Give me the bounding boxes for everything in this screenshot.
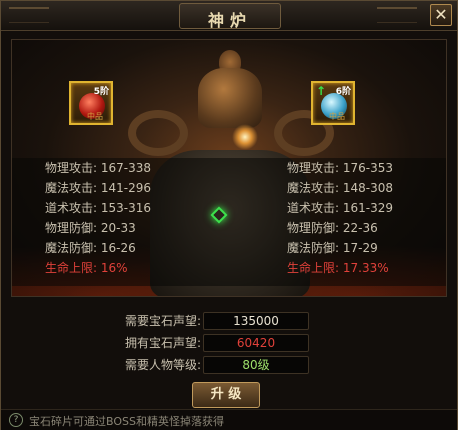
hint-bar: ? 宝石碎片可通过BOSS和精英怪掉落获得 <box>1 409 457 430</box>
stat-row: 魔法攻击: 141-296 <box>45 181 152 195</box>
next-gem-slot[interactable]: ↑ 6阶 中品 <box>311 81 355 125</box>
current-gem-grade: 中品 <box>87 112 103 121</box>
owned-reputation-value: 60420 <box>203 334 309 352</box>
required-reputation-value: 135000 <box>203 312 309 330</box>
stat-row: 物理攻击: 167-338 <box>45 161 152 175</box>
next-gem-level: 6阶 <box>335 87 351 97</box>
required-reputation-row: 需要宝石声望: 135000 <box>1 311 437 331</box>
required-reputation-label: 需要宝石声望: <box>124 314 201 328</box>
stat-row-hp: 生命上限: 16% <box>45 261 128 275</box>
owned-reputation-row: 拥有宝石声望: 60420 <box>1 333 437 353</box>
upgrade-arrow-icon: ↑ <box>316 84 327 98</box>
cauldron-handle-left <box>128 110 188 156</box>
required-level-value: 80级 <box>203 356 309 374</box>
window-title: 神炉 <box>207 11 252 30</box>
current-gem-level: 5阶 <box>93 87 109 97</box>
cauldron-glow <box>232 124 258 150</box>
owned-reputation-label: 拥有宝石声望: <box>124 336 201 350</box>
stat-row: 魔法防御: 16-26 <box>45 241 136 255</box>
upgrade-button[interactable]: 升 级 <box>192 382 260 408</box>
required-level-row: 需要人物等级: 80级 <box>1 355 437 375</box>
next-gem-grade: 中品 <box>329 112 345 121</box>
title-decoration-left <box>9 7 49 23</box>
stat-row: 魔法攻击: 148-308 <box>287 181 394 195</box>
close-button[interactable]: ✕ <box>430 4 452 26</box>
stat-row: 道术攻击: 153-316 <box>45 201 152 215</box>
required-level-label: 需要人物等级: <box>124 358 201 372</box>
hint-text: 宝石碎片可通过BOSS和精英怪掉落获得 <box>29 415 224 428</box>
next-stats: 物理攻击: 176-353 魔法攻击: 148-308 道术攻击: 161-32… <box>287 158 393 278</box>
title-plaque: 神炉 <box>179 3 281 30</box>
stat-row: 魔法防御: 17-29 <box>287 241 378 255</box>
stat-row: 物理攻击: 176-353 <box>287 161 394 175</box>
hint-icon: ? <box>9 413 23 427</box>
stat-row: 物理防御: 22-36 <box>287 221 378 235</box>
current-stats: 物理攻击: 167-338 魔法攻击: 141-296 道术攻击: 153-31… <box>45 158 151 278</box>
title-decoration-right <box>377 7 417 23</box>
current-gem-slot[interactable]: 5阶 中品 <box>69 81 113 125</box>
stat-row-hp: 生命上限: 17.33% <box>287 261 389 275</box>
shenlu-window: 神炉 ✕ 5阶 中品 ↑ 6阶 中品 物理攻击: 167-338 魔法攻击: 1… <box>0 0 458 430</box>
stat-row: 物理防御: 20-33 <box>45 221 136 235</box>
cauldron-lid <box>198 68 262 128</box>
title-bar[interactable]: 神炉 ✕ <box>1 1 457 31</box>
stat-row: 道术攻击: 161-329 <box>287 201 394 215</box>
